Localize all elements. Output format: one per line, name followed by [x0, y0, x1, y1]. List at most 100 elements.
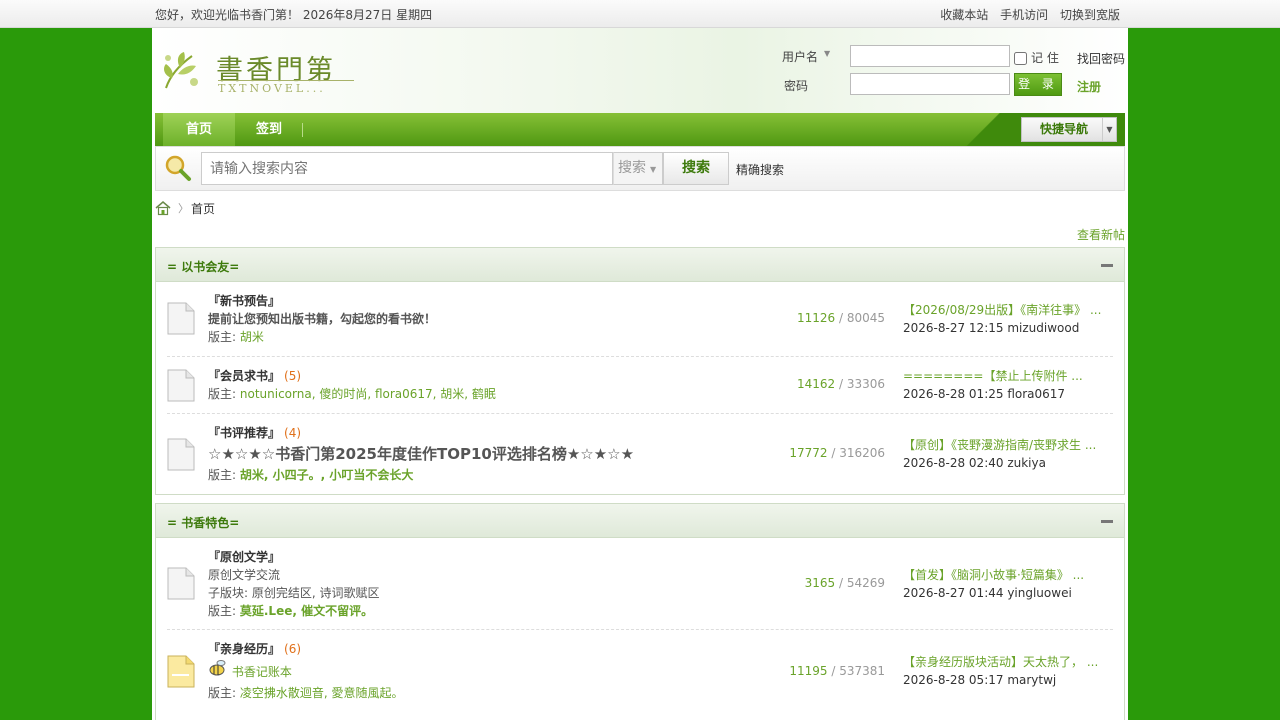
breadcrumb-current[interactable]: 首页: [191, 200, 251, 217]
last-post: 【原创】《丧野漫游指南/丧野求生 ... 2026-8-28 02:40 zuk…: [903, 436, 1123, 472]
page-container: 書香門第 TXTNOVEL... 用户名 ▼ 记 住 找回密码 密码 登 录 注…: [152, 28, 1128, 720]
moderator-link[interactable]: 莫延.Lee, 催文不留评。: [240, 604, 373, 618]
search-button[interactable]: 搜索: [663, 152, 729, 185]
last-post-title[interactable]: 【2026/08/29出版】《南洋往事》 ...: [903, 301, 1123, 319]
forum-stats: 3165 / 54269: [804, 576, 885, 590]
last-post-title[interactable]: 【首发】《脑洞小故事·短篇集》 ...: [903, 566, 1123, 584]
moderator-link[interactable]: 胡米, 小四子。, 小叮当不会长大: [240, 468, 413, 482]
forum-name-text: 『书评推荐』: [208, 426, 281, 440]
forum-row: 『书评推荐』 (4) ☆★☆★☆书香门第2025年度佳作TOP10评选排名榜★☆★…: [167, 414, 1113, 494]
post-count: 33306: [846, 377, 885, 391]
section-header: = 书香特色=: [156, 504, 1124, 538]
forum-description[interactable]: ☆★☆★☆书香门第2025年度佳作TOP10评选排名榜★☆★☆★: [208, 442, 634, 466]
forum-name[interactable]: 『书评推荐』 (4): [208, 424, 634, 442]
last-post-meta[interactable]: 2026-8-28 02:40 zukiya: [903, 454, 1123, 472]
last-post: 【2026/08/29出版】《南洋往事》 ... 2026-8-27 12:15…: [903, 301, 1123, 337]
quick-nav-label: 快捷导航: [1040, 122, 1089, 136]
forum-section: = 书香特色= 『原创文学』 原创文学交流 子版块: 原创完结区, 诗词歌赋区 …: [155, 503, 1125, 720]
thread-count: 3165: [804, 576, 836, 590]
subforum-links[interactable]: 原创完结区, 诗词歌赋区: [252, 586, 380, 600]
forum-moderators: 版主: 莫延.Lee, 催文不留评。: [208, 602, 380, 620]
username-field[interactable]: [850, 45, 1010, 67]
thread-count: 14162: [796, 377, 836, 391]
last-post-title[interactable]: ========【禁止上传附件 ...: [903, 367, 1123, 385]
wide-mode-link[interactable]: 切换到宽版: [1060, 8, 1120, 22]
moderator-link[interactable]: 胡米: [240, 330, 264, 344]
post-count: 537381: [839, 664, 885, 678]
collapse-icon[interactable]: [1101, 264, 1113, 267]
last-post-meta[interactable]: 2026-8-27 01:44 yingluowei: [903, 584, 1123, 602]
forum-stats: 11126 / 80045: [796, 311, 885, 325]
bookmark-link[interactable]: 收藏本站: [940, 8, 988, 22]
section-title[interactable]: = 以书会友=: [167, 258, 239, 275]
register-link[interactable]: 注册: [1077, 78, 1101, 95]
chevron-down-icon[interactable]: ▼: [824, 49, 830, 58]
forum-name[interactable]: 『会员求书』 (5): [208, 367, 496, 385]
password-field[interactable]: [850, 73, 1010, 95]
last-post-title[interactable]: 【原创】《丧野漫游指南/丧野求生 ...: [903, 436, 1123, 454]
subforums-label: 子版块:: [208, 586, 249, 600]
home-icon[interactable]: [155, 200, 171, 216]
thread-count: 11126: [796, 311, 836, 325]
search-scope-select[interactable]: 搜索 ▼: [613, 152, 663, 185]
header: 書香門第 TXTNOVEL... 用户名 ▼ 记 住 找回密码 密码 登 录 注…: [152, 28, 1128, 113]
moderators-label: 版主:: [208, 468, 237, 482]
today-count: (4): [284, 426, 302, 440]
forum-row: 『原创文学』 原创文学交流 子版块: 原创完结区, 诗词歌赋区 版主: 莫延.L…: [167, 538, 1113, 630]
last-post-meta[interactable]: 2026-8-28 05:17 marytwj: [903, 671, 1123, 689]
forum-name[interactable]: 『新书预告』: [208, 292, 436, 310]
forum-row: 『亲身经历』 (6) 书香记账本 版主: 凌空拂水散迴音, 愛意随風起。 1119…: [167, 630, 1113, 712]
forum-info: 『原创文学』 原创文学交流 子版块: 原创完结区, 诗词歌赋区 版主: 莫延.L…: [208, 548, 380, 620]
moderator-link[interactable]: notunicorna, 傻的时尚, flora0617, 胡米, 鹤眠: [240, 387, 496, 401]
forum-stats: 14162 / 33306: [796, 377, 885, 391]
forum-moderators: 版主: notunicorna, 傻的时尚, flora0617, 胡米, 鹤眠: [208, 385, 496, 403]
moderators-label: 版主:: [208, 387, 237, 401]
section-title[interactable]: = 书香特色=: [167, 514, 239, 531]
collapse-icon[interactable]: [1101, 520, 1113, 523]
last-post: 【首发】《脑洞小故事·短篇集》 ... 2026-8-27 01:44 ying…: [903, 566, 1123, 602]
last-post-meta[interactable]: 2026-8-27 12:15 mizudiwood: [903, 319, 1123, 337]
forum-description: 原创文学交流: [208, 568, 281, 582]
post-count: 54269: [846, 576, 885, 590]
forum-info: 『新书预告』 提前让您预知出版书籍，勾起您的看书欲！ 版主: 胡米: [208, 292, 436, 346]
search-icon: [165, 155, 191, 181]
main-nav: 首页 签到 快捷导航 ▼: [155, 113, 1125, 146]
top-links: 收藏本站 手机访问 切换到宽版: [932, 6, 1120, 23]
moderator-link[interactable]: 凌空拂水散迴音, 愛意随風起。: [240, 686, 404, 700]
leaf-logo-icon: [164, 52, 198, 89]
moderators-label: 版主:: [208, 604, 237, 618]
find-password-link[interactable]: 找回密码: [1077, 50, 1125, 67]
nav-sign[interactable]: 签到: [237, 113, 301, 146]
last-post: 【亲身经历版块活动】天太热了， ... 2026-8-28 05:17 mary…: [903, 653, 1123, 689]
chevron-down-icon: ▼: [1102, 118, 1116, 141]
bee-icon: [209, 660, 226, 676]
search-input[interactable]: [202, 153, 602, 183]
last-post: ========【禁止上传附件 ... 2026-8-28 01:25 flor…: [903, 367, 1123, 403]
account-book-link[interactable]: 书香记账本: [232, 665, 292, 679]
forum-name[interactable]: 『原创文学』: [208, 548, 380, 566]
logo-subtitle: TXTNOVEL...: [218, 80, 354, 95]
quick-nav-button[interactable]: 快捷导航 ▼: [1021, 117, 1117, 142]
forum-row: 『新书预告』 提前让您预知出版书籍，勾起您的看书欲！ 版主: 胡米 11126 …: [167, 282, 1113, 357]
forum-row: 『会员求书』 (5) 版主: notunicorna, 傻的时尚, flora06…: [167, 357, 1113, 414]
search-box: [201, 152, 613, 185]
forum-description: 书香记账本: [208, 658, 404, 684]
forum-section: = 以书会友= 『新书预告』 提前让您预知出版书籍，勾起您的看书欲！ 版主: 胡…: [155, 247, 1125, 495]
post-count: 316206: [839, 446, 885, 460]
last-post-meta[interactable]: 2026-8-28 01:25 flora0617: [903, 385, 1123, 403]
remember-label: 记 住: [1031, 51, 1059, 65]
login-button[interactable]: 登 录: [1014, 73, 1062, 96]
remember-checkbox-input[interactable]: [1014, 52, 1027, 65]
forum-name[interactable]: 『亲身经历』 (6): [208, 640, 404, 658]
forum-icon: [167, 438, 195, 471]
exact-search-link[interactable]: 精确搜索: [736, 161, 784, 178]
site-logo[interactable]: 書香門第 TXTNOVEL...: [158, 48, 358, 95]
chevron-down-icon: ▼: [650, 165, 657, 174]
mobile-link[interactable]: 手机访问: [1000, 8, 1048, 22]
nav-home[interactable]: 首页: [163, 113, 235, 146]
forum-name-text: 『会员求书』: [208, 369, 281, 383]
remember-checkbox[interactable]: 记 住: [1014, 49, 1059, 66]
view-new-posts-link[interactable]: 查看新帖: [1077, 226, 1125, 243]
last-post-title[interactable]: 【亲身经历版块活动】天太热了， ...: [903, 653, 1123, 671]
forum-description[interactable]: 提前让您预知出版书籍，勾起您的看书欲！: [208, 310, 436, 328]
